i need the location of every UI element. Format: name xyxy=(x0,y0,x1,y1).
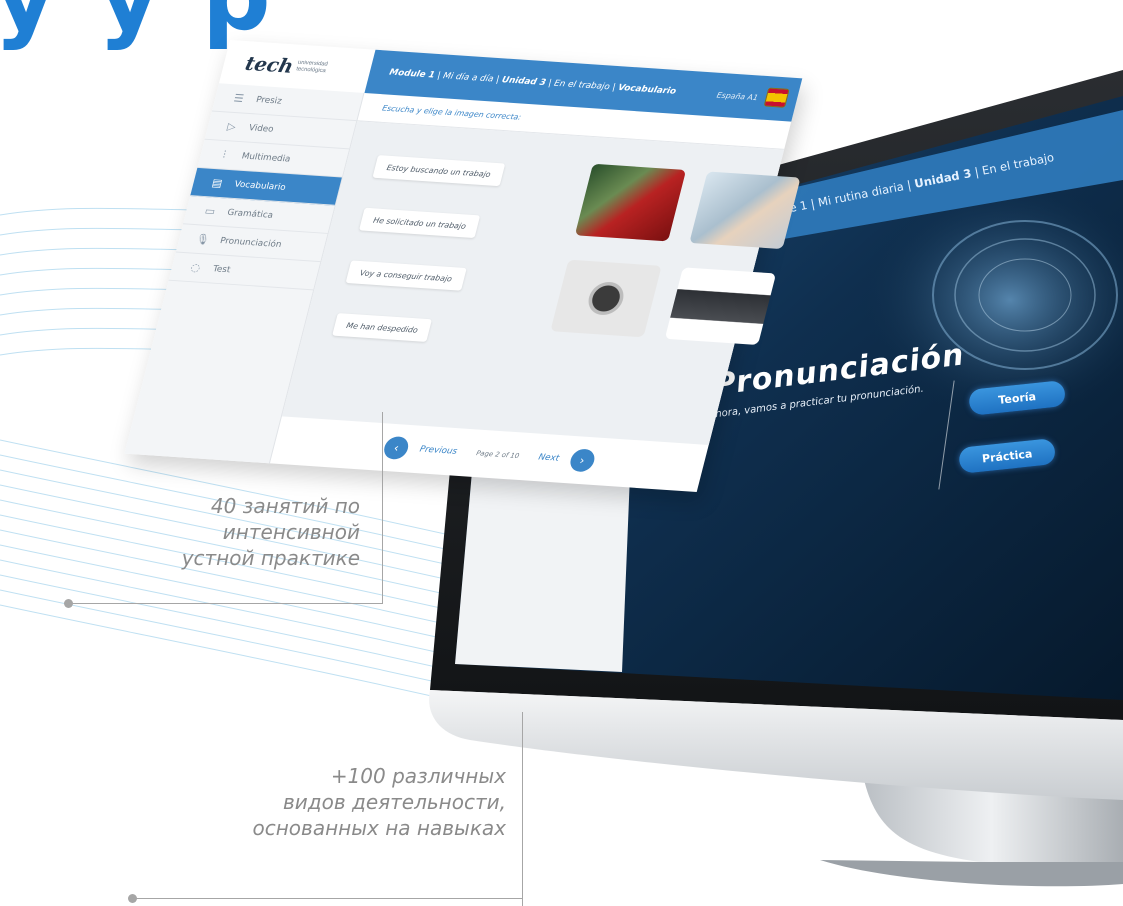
previous-arrow-icon[interactable]: ‹ xyxy=(381,435,411,460)
sidebar-item-label: Video xyxy=(247,123,275,135)
callout-activities: +100 различных видов деятельности, основ… xyxy=(160,763,507,841)
logo-subtitle: universidad tecnológica xyxy=(295,60,328,74)
sidebar-item-label: Multimedia xyxy=(240,151,292,164)
breadcrumb-current: Vocabulario xyxy=(616,83,678,97)
phrase-card[interactable]: Voy a conseguir trabajo xyxy=(345,260,467,291)
handshake-photo[interactable] xyxy=(689,171,801,250)
breadcrumb-unit[interactable]: Unidad 3 xyxy=(501,76,547,88)
exercise-area: Estoy buscando un trabajo He solicitado … xyxy=(281,121,801,445)
sidebar-item-label: Gramática xyxy=(226,207,275,221)
fired-employee-photo[interactable] xyxy=(664,267,777,345)
sidebar-item-label: Pronunciación xyxy=(219,235,283,250)
callout-line: видов деятельности, xyxy=(283,790,506,814)
phrase-card[interactable]: He solicitado un trabajo xyxy=(359,207,481,239)
logo-wordmark: tech xyxy=(242,51,296,78)
breadcrumb-module[interactable]: Module 1 xyxy=(388,68,436,80)
callout-line: +100 различных xyxy=(330,764,506,788)
sliders-icon: ⫶ xyxy=(221,148,228,161)
spain-flag-icon[interactable] xyxy=(763,87,790,108)
phrase-card[interactable]: Estoy buscando un trabajo xyxy=(372,155,506,187)
previous-button[interactable]: Previous xyxy=(418,445,458,457)
sidebar-item-label: Presiz xyxy=(255,94,283,107)
sidebar-item-label: Vocabulario xyxy=(233,179,287,193)
sidebar-item-label: Test xyxy=(211,264,232,275)
list-icon: ☰ xyxy=(232,91,246,105)
callout-oral-practice: 40 занятий по интенсивной устной практик… xyxy=(110,493,360,571)
callout-line: интенсивной xyxy=(222,520,360,544)
callout2-leader-vertical xyxy=(522,712,523,906)
callout1-dot xyxy=(64,599,73,608)
mailbox-photo[interactable] xyxy=(574,163,687,242)
lesson-breadcrumb: Module 1 | Mi día a día | Unidad 3 | En … xyxy=(388,68,677,97)
next-button[interactable]: Next xyxy=(537,453,560,464)
callout1-leader-horizontal xyxy=(70,603,383,604)
breadcrumb-lesson[interactable]: Mi día a día xyxy=(442,72,495,85)
callout-line: устной практике xyxy=(181,546,360,570)
lesson-screen: tech universidad tecnológica Module 1 | … xyxy=(124,40,803,492)
callout-line: основанных на навыках xyxy=(252,816,507,840)
phrase-card[interactable]: Me han despedido xyxy=(332,313,433,342)
microphone-icon: 🎙 xyxy=(194,232,212,246)
chat-icon: ◌ xyxy=(189,261,202,275)
callout1-leader-vertical xyxy=(382,412,383,604)
callout2-leader-horizontal xyxy=(135,898,523,899)
play-icon: ▷ xyxy=(225,120,238,134)
next-arrow-icon[interactable]: › xyxy=(567,448,597,473)
callout-line: 40 занятий по xyxy=(210,494,360,518)
keyboard-icon: ▤ xyxy=(210,176,224,190)
callout2-dot xyxy=(128,894,137,903)
level-label: España A1 xyxy=(715,90,760,102)
breadcrumb-section[interactable]: En el trabajo xyxy=(553,79,611,92)
jobs-magnifier-photo[interactable] xyxy=(550,259,662,338)
logo-subtitle-line2: tecnológica xyxy=(295,66,327,75)
page-indicator: Page 2 of 10 xyxy=(475,449,520,460)
grammar-icon: ▭ xyxy=(203,204,217,218)
